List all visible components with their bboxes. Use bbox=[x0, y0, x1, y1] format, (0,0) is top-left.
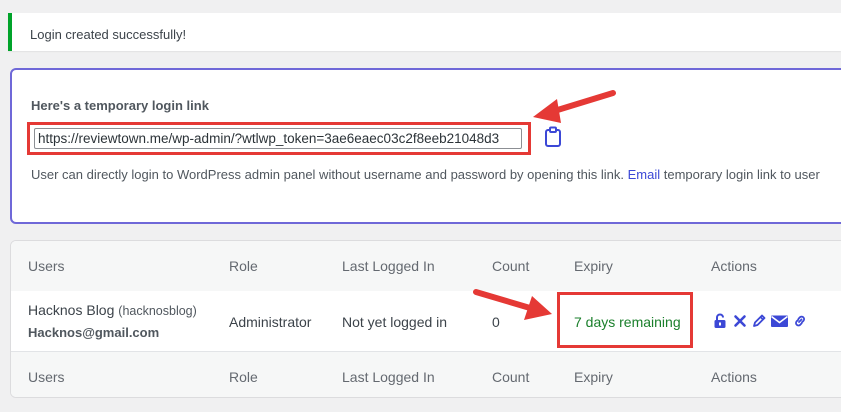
description-text: User can directly login to WordPress adm… bbox=[31, 167, 628, 182]
login-count: 0 bbox=[492, 314, 500, 330]
close-icon[interactable] bbox=[732, 313, 748, 329]
temporary-login-link-input[interactable] bbox=[34, 128, 522, 149]
link-field-highlight bbox=[27, 122, 531, 155]
footer-header-actions: Actions bbox=[711, 369, 757, 385]
user-name: Hacknos Blog bbox=[28, 302, 115, 318]
unlock-icon[interactable] bbox=[712, 313, 728, 329]
column-header-users[interactable]: Users bbox=[28, 258, 65, 274]
user-role: Administrator bbox=[229, 314, 312, 330]
column-header-count[interactable]: Count bbox=[492, 258, 529, 274]
pencil-icon[interactable] bbox=[751, 313, 767, 329]
footer-header-role[interactable]: Role bbox=[229, 369, 258, 385]
footer-header-count[interactable]: Count bbox=[492, 369, 529, 385]
temporary-login-description: User can directly login to WordPress adm… bbox=[31, 165, 841, 184]
table-row: Hacknos Blog (hacknosblog) Hacknos@gmail… bbox=[11, 291, 841, 351]
link-icon[interactable] bbox=[792, 313, 808, 329]
expiry-highlight: 7 days remaining bbox=[557, 292, 693, 348]
user-handle: (hacknosblog) bbox=[118, 304, 197, 318]
temporary-login-heading: Here's a temporary login link bbox=[31, 98, 209, 113]
footer-header-users[interactable]: Users bbox=[28, 369, 65, 385]
table-header: Users Role Last Logged In Count Expiry A… bbox=[11, 241, 841, 292]
user-cell: Hacknos Blog (hacknosblog) bbox=[28, 302, 197, 318]
column-header-expiry[interactable]: Expiry bbox=[574, 258, 613, 274]
page-header bbox=[0, 0, 841, 6]
last-logged-in: Not yet logged in bbox=[342, 314, 448, 330]
notice-message: Login created successfully! bbox=[30, 27, 187, 42]
column-header-actions: Actions bbox=[711, 258, 757, 274]
temporary-login-box: Here's a temporary login link User can d… bbox=[10, 68, 841, 224]
column-header-role[interactable]: Role bbox=[229, 258, 258, 274]
expiry-value: 7 days remaining bbox=[574, 314, 681, 330]
footer-header-last-logged-in[interactable]: Last Logged In bbox=[342, 369, 435, 385]
success-notice: Login created successfully! bbox=[8, 13, 841, 51]
temporary-logins-table: Users Role Last Logged In Count Expiry A… bbox=[10, 240, 841, 398]
column-header-last-logged-in[interactable]: Last Logged In bbox=[342, 258, 435, 274]
clipboard-icon[interactable] bbox=[543, 126, 563, 148]
user-email: Hacknos@gmail.com bbox=[28, 325, 160, 340]
envelope-icon[interactable] bbox=[770, 313, 789, 329]
footer-header-expiry[interactable]: Expiry bbox=[574, 369, 613, 385]
description-text-end: temporary login link to user bbox=[660, 167, 820, 182]
table-footer: Users Role Last Logged In Count Expiry A… bbox=[11, 351, 841, 397]
email-link[interactable]: Email bbox=[628, 167, 661, 182]
